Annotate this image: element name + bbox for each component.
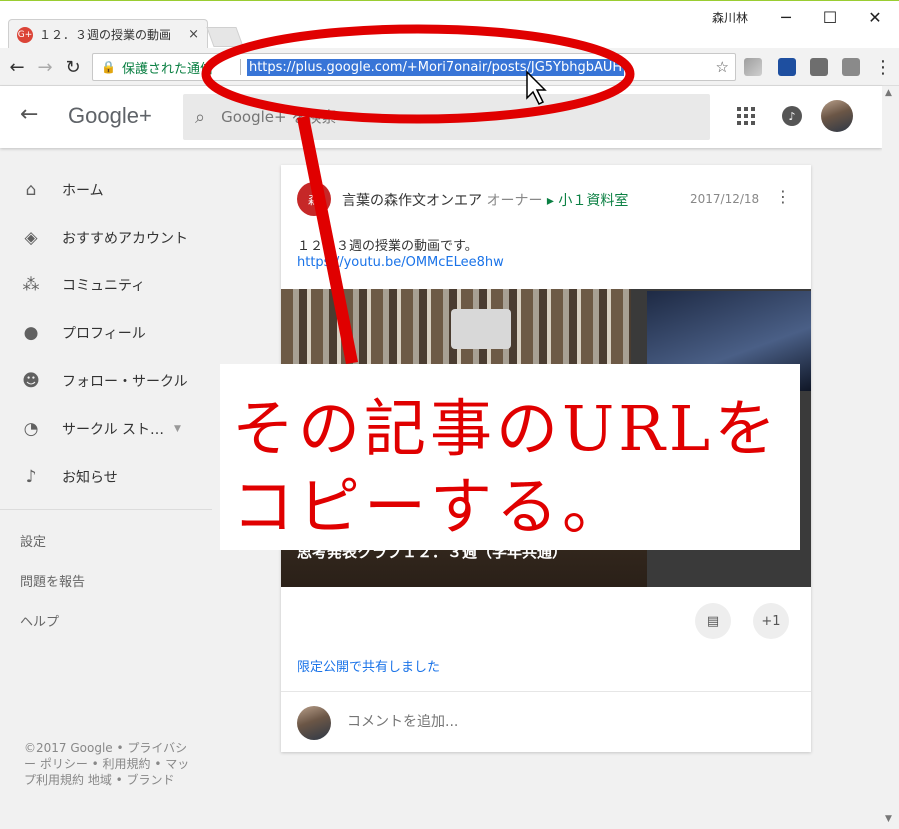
bookmark-star-icon[interactable]: ☆ — [716, 58, 729, 76]
lock-icon: 🔒 — [101, 60, 116, 74]
url-text-selected[interactable]: https://plus.google.com/+Mori7onair/post… — [246, 58, 625, 76]
footer-links[interactable]: ©2017 Google • プライバシー ポリシー • 利用規約 • マップ利… — [24, 740, 194, 788]
author-name[interactable]: 言葉の森作文オンエア — [342, 193, 482, 209]
people-icon: ☻ — [22, 371, 40, 391]
circles-icon: ◔ — [23, 419, 39, 439]
sidebar-item-people[interactable]: ☻ フォロー・サークル — [0, 361, 212, 401]
comment-input[interactable] — [347, 714, 787, 730]
gplus-logo[interactable]: Google+ — [68, 103, 152, 129]
tab-close-icon[interactable]: × — [188, 27, 199, 42]
home-icon: ⌂ — [25, 180, 37, 200]
bookmark-extension-icon[interactable] — [778, 58, 796, 76]
apps-grid-icon[interactable] — [737, 107, 755, 125]
google-plus-favicon-icon: G+ — [17, 26, 33, 43]
browser-titlebar: G+ １２．３週の授業の動画 × 森川林 ─ ☐ ✕ — [0, 0, 899, 49]
annotation-line-2: コピーする。 — [232, 470, 629, 543]
browser-tab[interactable]: G+ １２．３週の授業の動画 × — [8, 19, 208, 49]
sidebar-item-label: ホーム — [62, 183, 104, 199]
sidebar-item-label: プロフィール — [62, 326, 146, 342]
sidebar-item-communities[interactable]: ⁂ コミュニティ — [0, 265, 212, 305]
stats-extension-icon[interactable] — [810, 58, 828, 76]
plus-one-button[interactable]: +1 — [753, 603, 789, 639]
card-divider — [281, 691, 811, 692]
maximize-button[interactable]: ☐ — [810, 5, 850, 29]
scroll-down-icon[interactable]: ▼ — [885, 814, 892, 824]
commenter-avatar — [297, 706, 331, 740]
page-scrollbar[interactable]: ▲ ▼ — [882, 86, 899, 829]
author-role: オーナー — [486, 193, 543, 209]
share-visibility-note[interactable]: 限定公開で共有しました — [297, 656, 440, 675]
communities-icon: ⁂ — [22, 275, 40, 295]
chrome-menu-icon[interactable]: ⋮ — [872, 56, 894, 78]
notifications-bell-icon[interactable]: ♪ — [782, 106, 802, 126]
post-text: １２．３週の授業の動画です。 — [297, 239, 478, 254]
screenshot-root: G+ １２．３週の授業の動画 × 森川林 ─ ☐ ✕ ← → ↻ 🔒 保護された… — [0, 0, 899, 829]
author-avatar[interactable]: 森 — [297, 182, 331, 216]
drive-extension-icon[interactable] — [744, 58, 762, 76]
reload-button[interactable]: ↻ — [62, 56, 84, 78]
scroll-up-icon[interactable]: ▲ — [885, 88, 892, 98]
post-youtube-link[interactable]: https://youtu.be/OMMcELee8hw — [297, 255, 504, 270]
forward-button[interactable]: → — [34, 56, 56, 78]
gplus-header: ← Google+ ⌕ ♪ — [0, 86, 882, 148]
window-user-name[interactable]: 森川林 — [712, 9, 748, 26]
post-date[interactable]: 2017/12/18 — [690, 192, 759, 206]
sidebar-item-label: コミュニティ — [62, 278, 146, 294]
chevron-down-icon[interactable]: ▼ — [174, 424, 181, 434]
sidebar-item-label: お知らせ — [62, 470, 118, 486]
sidebar-item-profile[interactable]: ● プロフィール — [0, 313, 212, 353]
tab-title: １２．３週の授業の動画 — [39, 28, 172, 42]
collection-arrow-icon: ▸ — [546, 193, 554, 209]
close-window-button[interactable]: ✕ — [855, 5, 895, 29]
sidebar-item-label: おすすめアカウント — [62, 231, 188, 247]
post-author-line: 言葉の森作文オンエア オーナー ▸ 小１資料室 — [342, 190, 628, 210]
sidebar: ⌂ ホーム ◈ おすすめアカウント ⁂ コミュニティ ● プロフィール ☻ フォ… — [0, 148, 212, 829]
back-button[interactable]: ← — [6, 56, 28, 78]
collection-name[interactable]: 小１資料室 — [558, 193, 628, 209]
help-link[interactable]: ヘルプ — [20, 611, 59, 630]
sidebar-item-notifications[interactable]: ♪ お知らせ — [0, 457, 212, 497]
account-avatar[interactable] — [821, 100, 853, 132]
annotation-line-1: その記事のURLを — [232, 392, 781, 465]
annotation-callout: その記事のURLを コピーする。 — [220, 364, 800, 550]
settings-link[interactable]: 設定 — [20, 531, 46, 550]
bell-icon: ♪ — [25, 467, 37, 487]
search-icon: ⌕ — [195, 106, 206, 128]
address-bar[interactable]: 🔒 保護された通信 https://plus.google.com/+Mori7… — [92, 53, 736, 81]
comment-button[interactable]: ▤ — [695, 603, 731, 639]
browser-toolbar: ← → ↻ 🔒 保護された通信 https://plus.google.com/… — [0, 48, 899, 86]
profile-icon: ● — [23, 323, 39, 343]
secure-label: 保護された通信 — [121, 61, 213, 77]
sidebar-item-circle-streams[interactable]: ◔ サークル スト… ▼ — [0, 409, 212, 449]
back-arrow-icon[interactable]: ← — [20, 102, 38, 127]
sidebar-item-label: サークル スト… — [62, 422, 165, 438]
search-bar[interactable]: ⌕ — [183, 94, 710, 140]
sidebar-item-discover[interactable]: ◈ おすすめアカウント — [0, 218, 212, 258]
minimize-button[interactable]: ─ — [766, 5, 806, 29]
sidebar-item-home[interactable]: ⌂ ホーム — [0, 170, 212, 210]
sidebar-item-label: フォロー・サークル — [62, 374, 188, 390]
cast-extension-icon[interactable] — [842, 58, 860, 76]
url-separator — [239, 59, 241, 75]
search-input[interactable] — [221, 108, 622, 126]
sidebar-divider — [0, 509, 212, 510]
report-issue-link[interactable]: 問題を報告 — [20, 571, 85, 590]
new-tab-button[interactable] — [206, 27, 244, 47]
compass-icon: ◈ — [24, 228, 38, 248]
phone-image — [451, 309, 511, 349]
more-options-icon[interactable]: ⋮ — [775, 187, 791, 206]
